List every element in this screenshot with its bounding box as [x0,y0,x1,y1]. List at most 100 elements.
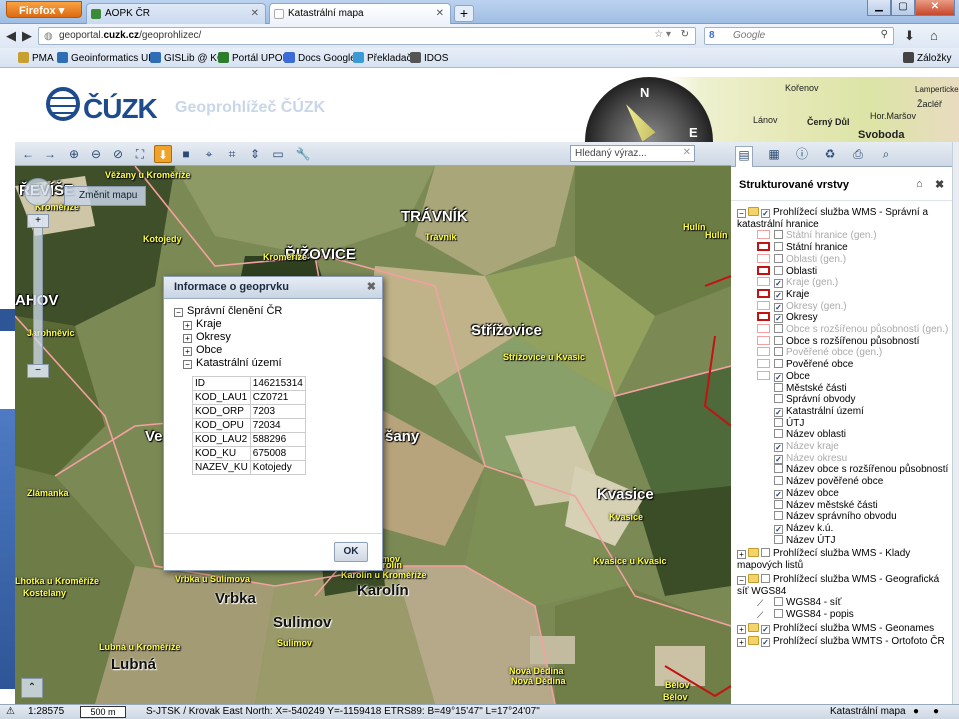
tab-aopk[interactable]: AOPK ČR ✕ [86,3,266,24]
layer-checkbox[interactable] [774,597,783,607]
home-icon[interactable]: ⌂ [916,178,923,190]
forward-arrow-icon[interactable]: ▶ [22,28,32,44]
layer-checkbox[interactable] [774,454,783,464]
layer-item[interactable]: Státní hranice [737,242,952,254]
info-tab-icon[interactable]: ⓘ [793,146,811,163]
collapse-minus-icon[interactable]: − [737,575,746,585]
layer-checkbox[interactable] [774,253,783,263]
layer-checkbox[interactable] [774,335,783,345]
firefox-menu-button[interactable]: Firefox ▾ [6,1,82,18]
layer-item[interactable]: Název správního obvodu [737,511,952,523]
info-tool-icon[interactable]: ⬇ [154,145,172,163]
layer-checkbox[interactable] [774,265,783,275]
layer-item[interactable]: Název obce [737,488,952,500]
layer-checkbox[interactable] [761,548,770,558]
layer-checkbox[interactable] [774,417,783,427]
close-window-icon[interactable]: ✕ [915,0,955,16]
layer-item[interactable]: Obce s rozšířenou působností (gen.) [737,324,952,336]
layer-item[interactable]: Název okresu [737,453,952,465]
layer-item[interactable]: Oblasti (gen.) [737,253,952,266]
bookmark-geoinformatics[interactable]: Geoinformatics UP [57,52,155,64]
layer-item[interactable]: Název obce s rozšířenou působností [737,464,952,476]
collapse-arrow-icon[interactable]: ⌃ [21,678,43,698]
layer-checkbox[interactable] [774,429,783,439]
search-clear-icon[interactable]: ✕ [683,147,691,158]
layer-item[interactable]: Název k.ú. [737,523,952,535]
layer-item[interactable]: ⟋ WGS84 - popis [737,608,952,621]
web-search-input[interactable]: 8 Google ⚲ [704,27,894,45]
select-rect-icon[interactable]: ■ [177,145,195,163]
settings-circle-icon[interactable]: ● [913,706,919,717]
layer-checkbox[interactable] [774,372,783,382]
back-arrow-icon[interactable]: ◀ [6,28,16,44]
layer-checkbox[interactable] [774,324,783,334]
layer-item[interactable]: Název městské části [737,499,952,512]
expand-plus-icon[interactable]: + [737,638,746,648]
layer-checkbox[interactable] [761,624,770,634]
layer-checkbox[interactable] [774,279,783,289]
layer-checkbox[interactable] [774,394,783,404]
collapse-minus-icon[interactable]: − [737,209,746,218]
layer-item[interactable]: Správní obvody [737,394,952,406]
zoom-slider-track[interactable] [33,218,43,368]
layer-item[interactable]: Oblasti [737,265,952,278]
layer-item[interactable]: ÚTJ [737,417,952,430]
downloads-icon[interactable]: ⬇ [904,28,915,44]
layer-checkbox[interactable] [774,511,783,521]
coordinates-xy-icon[interactable]: ⌗ [223,145,241,163]
layer-item[interactable]: Okresy [737,312,952,324]
change-map-button[interactable]: Změnit mapu [64,186,146,206]
tab-katastralni-mapa[interactable]: Katastrální mapa ✕ [269,3,451,24]
layer-checkbox[interactable] [774,407,783,417]
dialog-header[interactable]: Informace o geoprvku ✖ [164,277,382,299]
layer-item[interactable]: Obce [737,370,952,383]
tab-close-icon[interactable]: ✕ [436,8,444,19]
bookmark-portal-upol[interactable]: Portál UPOL [218,52,288,64]
help-circle-icon[interactable]: ● [933,706,939,717]
layer-checkbox[interactable] [774,443,783,453]
layer-item[interactable]: Kraje [737,288,952,301]
tab-close-icon[interactable]: ✕ [251,8,259,19]
zoom-out-button[interactable]: − [27,364,49,378]
layer-checkbox[interactable] [774,230,783,240]
collapse-minus-icon[interactable]: − [174,308,183,317]
layer-checkbox[interactable] [761,209,770,218]
layer-checkbox[interactable] [774,464,783,474]
collapse-minus-icon[interactable]: − [183,360,192,369]
layer-item[interactable]: Katastrální území [737,406,952,418]
layer-checkbox[interactable] [774,302,783,312]
expand-plus-icon[interactable]: + [183,347,192,356]
layer-checkbox[interactable] [774,382,783,392]
layer-group[interactable]: −Prohlížecí služba WMS - Správní a katas… [737,207,952,230]
magnifier-icon[interactable]: ⚲ [881,29,888,40]
layer-checkbox[interactable] [774,314,783,324]
layer-checkbox[interactable] [761,638,770,648]
tree-root[interactable]: − Správní členění ČR [174,305,372,318]
zoom-out-icon[interactable]: ⊖ [87,145,105,163]
layer-checkbox[interactable] [774,476,783,486]
print-tab-icon[interactable]: ⎙ [849,146,867,163]
layer-item[interactable]: Název oblasti [737,429,952,441]
bookmark-prekladac[interactable]: Překladač [353,52,411,64]
map-view[interactable]: TRÁVNÍK ŘIŽOVICE Střížovice Kvasice Vrbk… [15,166,731,704]
tree-item[interactable]: − Katastrální území [174,357,372,370]
bookmark-docs-google[interactable]: Docs Google [284,52,356,64]
list-tab-icon[interactable]: ▦ [765,146,783,163]
tree-item[interactable]: + Kraje [174,318,372,331]
place-search-input[interactable]: Hledaný výraz... ✕ [570,145,695,162]
layer-item[interactable]: Pověřené obce (gen.) [737,347,952,359]
ok-button[interactable]: OK [334,542,368,562]
history-back-icon[interactable]: ← [19,145,37,163]
layer-checkbox[interactable] [774,489,783,499]
bookmark-star-icon[interactable]: ☆ ▾ [654,29,671,40]
new-tab-button[interactable]: + [454,5,474,22]
expand-plus-icon[interactable]: + [737,624,746,634]
layer-item[interactable]: Pověřené obce [737,359,952,371]
maximize-icon[interactable]: ▢ [891,0,915,16]
tree-item[interactable]: + Obce [174,344,372,357]
layer-item[interactable]: Název kraje [737,441,952,453]
layer-checkbox[interactable] [774,524,783,534]
layer-checkbox[interactable] [774,534,783,544]
layer-checkbox[interactable] [774,359,783,369]
layer-group[interactable]: + Prohlížecí služba WMS - Geonames [737,622,952,635]
